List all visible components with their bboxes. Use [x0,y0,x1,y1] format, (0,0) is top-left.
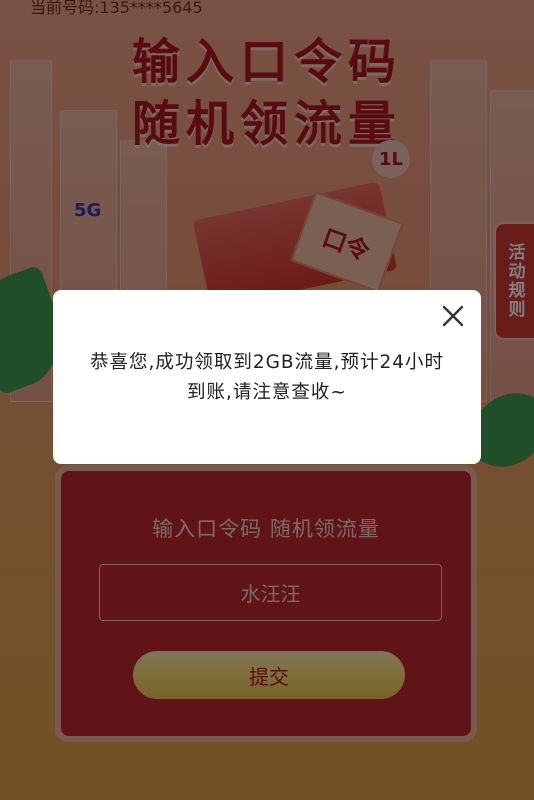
success-dialog: 恭喜您,成功领取到2GB流量,预计24小时到账,请注意查收~ [53,290,481,464]
close-icon[interactable] [439,302,467,330]
dialog-message: 恭喜您,成功领取到2GB流量,预计24小时到账,请注意查收~ [89,352,445,403]
